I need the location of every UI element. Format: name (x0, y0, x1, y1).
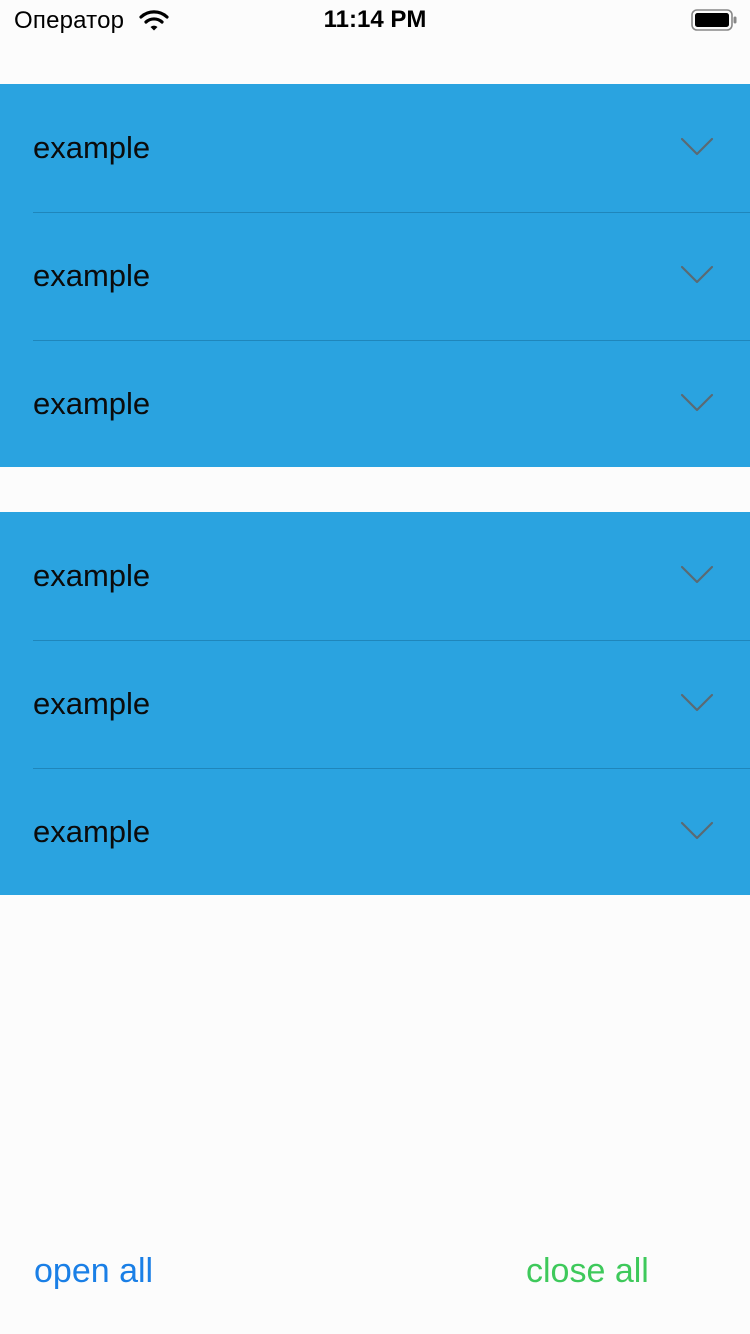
row-label: example (33, 258, 151, 293)
chevron-down-icon[interactable] (680, 264, 714, 286)
chevron-down-icon[interactable] (680, 564, 714, 586)
row-label: example (33, 130, 151, 165)
accordion-row[interactable]: example (0, 84, 750, 212)
row-label: example (33, 814, 151, 849)
accordion-section-1: example example example (0, 84, 750, 467)
close-all-button[interactable]: close all (526, 1250, 649, 1292)
row-label: example (33, 558, 151, 593)
chevron-down-icon[interactable] (680, 136, 714, 158)
accordion-row[interactable]: example (0, 768, 750, 896)
row-label: example (33, 686, 151, 721)
accordion-row[interactable]: example (0, 640, 750, 768)
status-bar: Оператор 11:14 PM (0, 0, 750, 40)
chevron-down-icon[interactable] (680, 692, 714, 714)
status-time: 11:14 PM (323, 6, 427, 33)
accordion-row[interactable]: example (0, 340, 750, 468)
accordion-row[interactable]: example (0, 512, 750, 640)
open-all-button[interactable]: open all (34, 1250, 153, 1292)
chevron-down-icon[interactable] (680, 820, 714, 842)
accordion-section-2: example example example (0, 512, 750, 895)
row-label: example (33, 386, 151, 421)
accordion-row[interactable]: example (0, 212, 750, 340)
battery-icon (691, 9, 737, 31)
chevron-down-icon[interactable] (680, 392, 714, 414)
